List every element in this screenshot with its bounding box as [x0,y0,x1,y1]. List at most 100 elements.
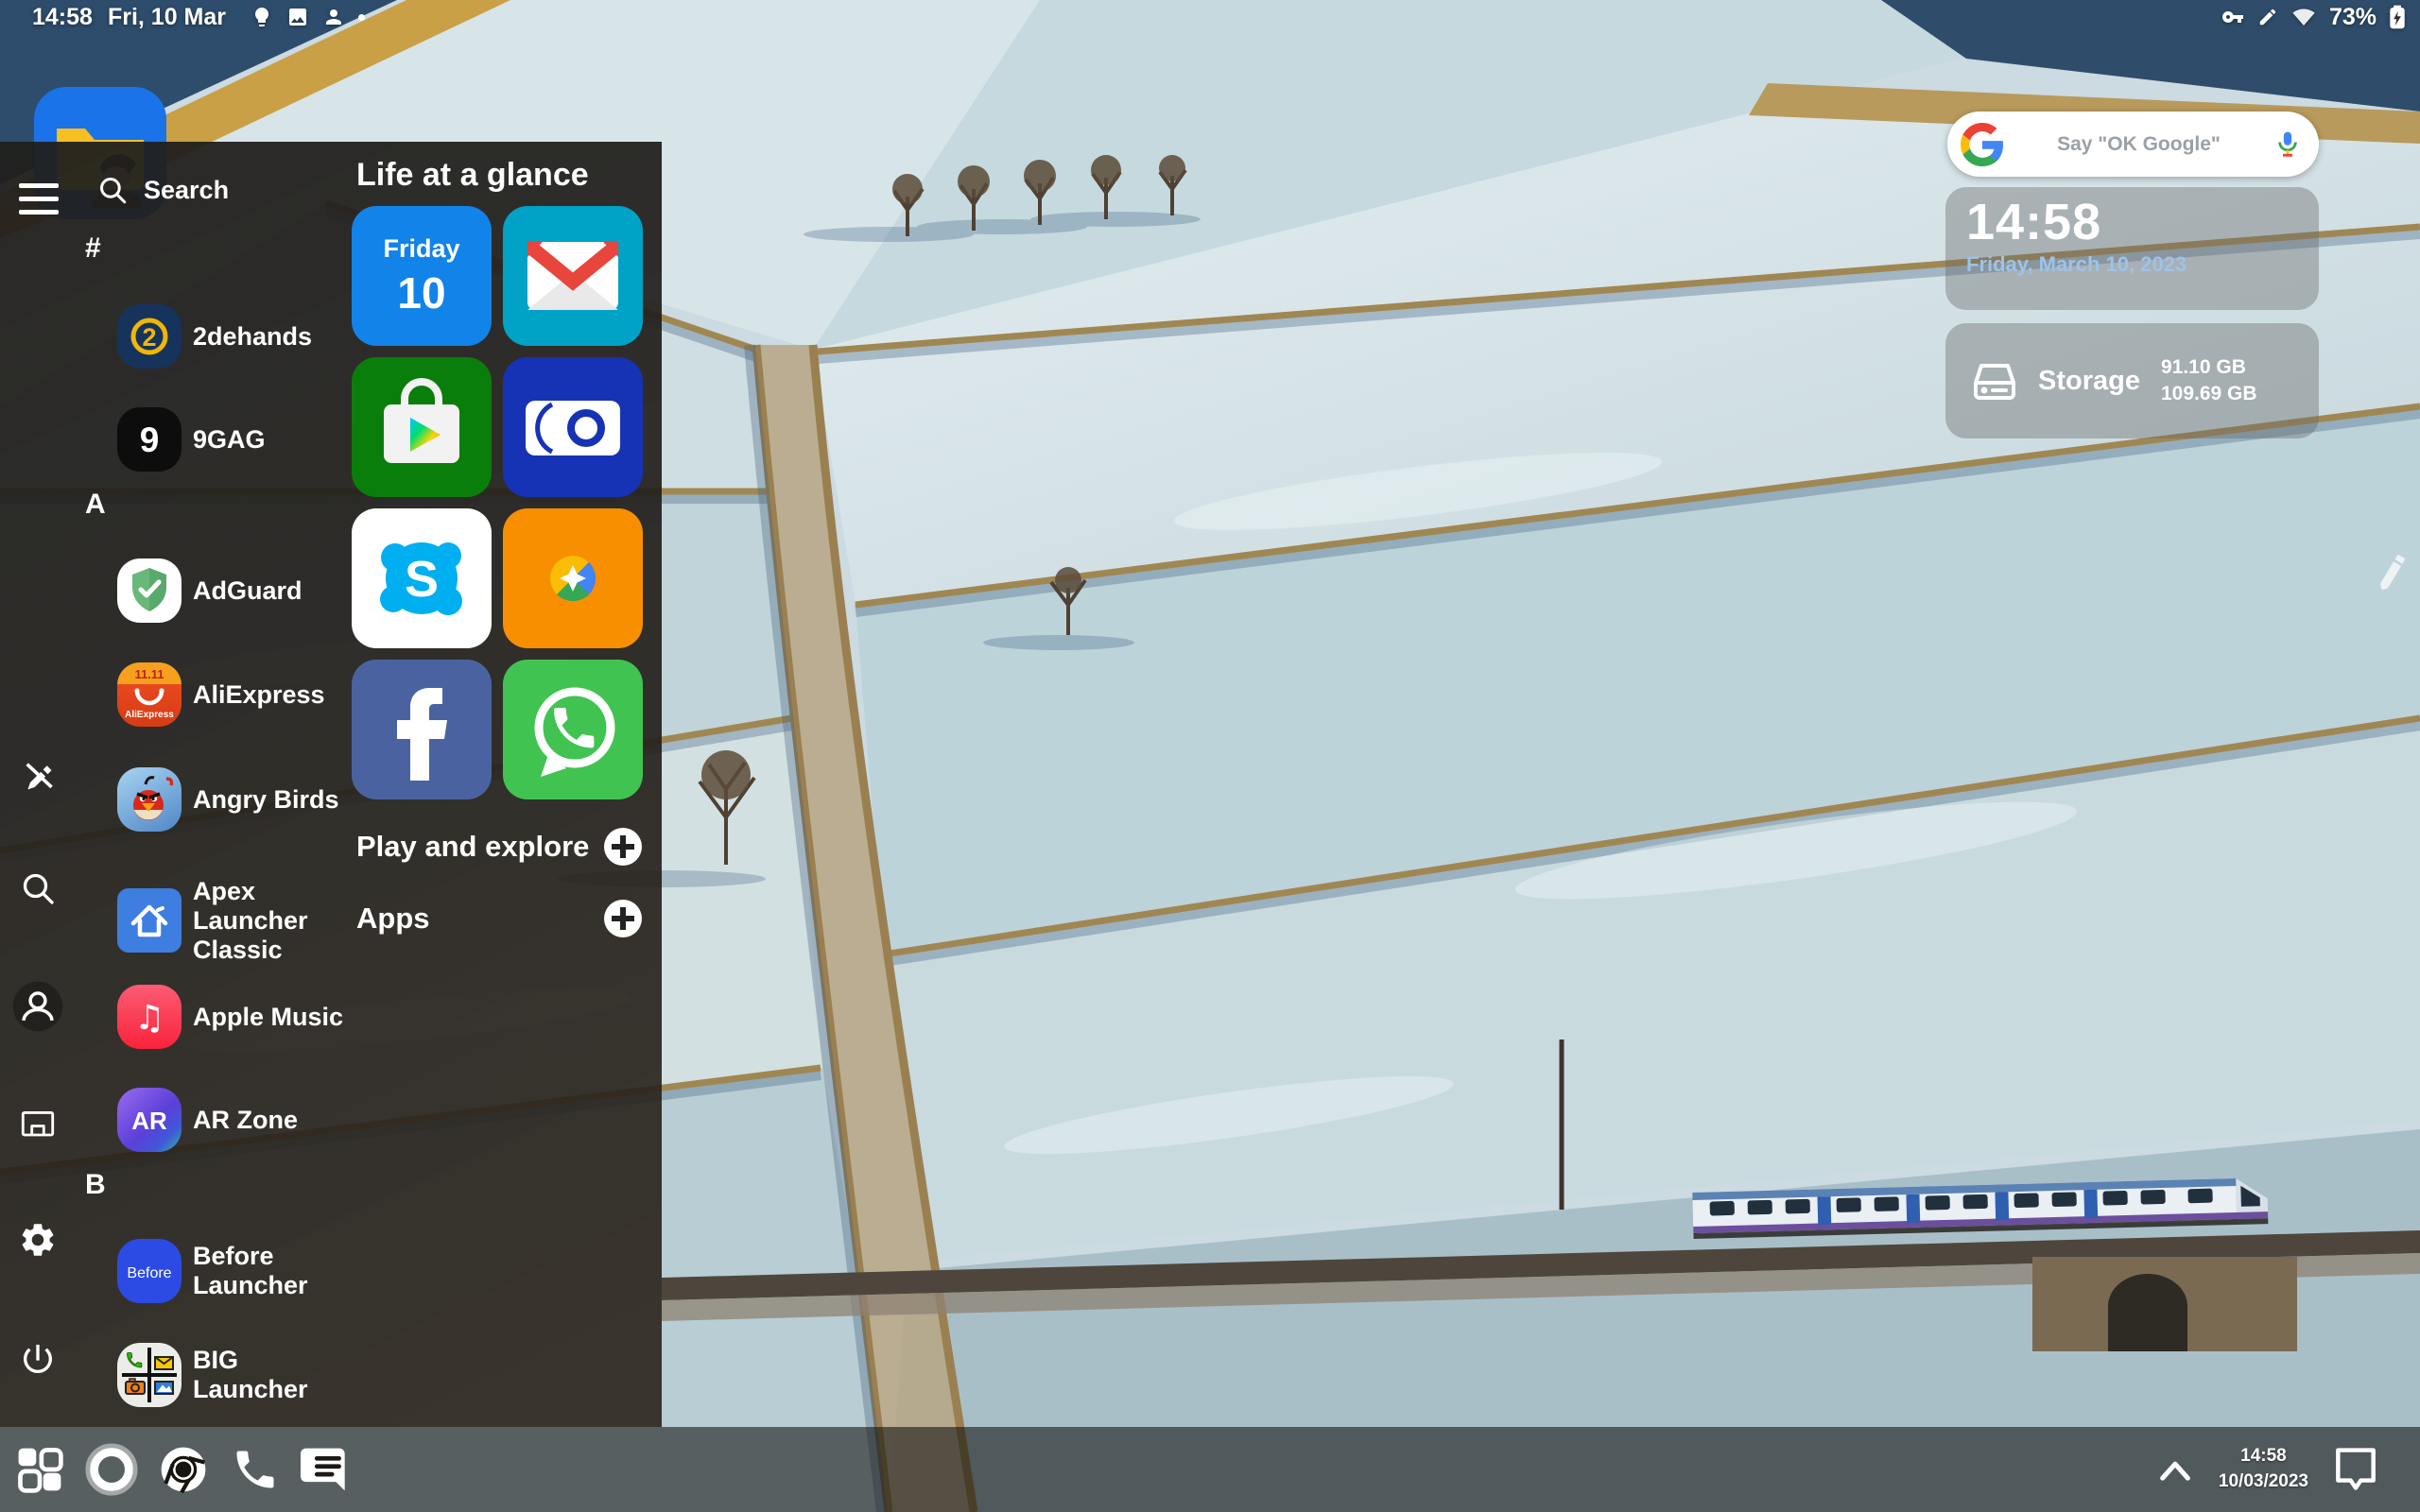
storage-used: 91.10 GB [2161,354,2257,381]
hide-apps-button[interactable] [11,745,64,805]
apple-music-app-icon: ♫ [117,985,182,1049]
taskbar-browser-button[interactable] [155,1440,212,1499]
android-desktop: 14:58 Fri, 10 Mar [0,0,2420,1512]
status-time: 14:58 [32,4,93,31]
stylus-pen-icon [2257,7,2278,27]
play-store-icon [352,357,492,497]
app-label: 9GAG [193,425,355,455]
tile-facebook[interactable] [352,660,492,799]
group-label: Play and explore [356,830,589,864]
app-label: Apple Music [193,1003,355,1032]
group-apps: Apps [356,898,643,939]
svg-text:S: S [405,551,439,608]
big-launcher-app-icon [117,1343,182,1407]
camera-icon [503,357,643,497]
taskbar-notifications-button[interactable] [2333,1445,2378,1494]
svg-text:2: 2 [142,323,156,352]
calendar-day: 10 [397,267,445,318]
ar-zone-app-icon: AR [117,1088,182,1152]
taskbar-apps-grid-button[interactable] [11,1440,68,1499]
section-letter-hash[interactable]: # [85,232,101,265]
tile-google-photos[interactable] [503,508,643,648]
clock-date: Friday, March 10, 2023 [1966,252,2298,277]
notification-dot [358,14,365,21]
app-row-9gag[interactable]: 9 9GAG [117,407,363,472]
settings-gear-button[interactable] [11,1210,64,1270]
menu-search[interactable]: Search [96,174,229,206]
status-date: Fri, 10 Mar [108,4,226,31]
facebook-icon [352,660,492,799]
app-row-angry-birds[interactable]: Angry Birds [117,767,363,832]
taskbar-home-ring-button[interactable] [83,1440,140,1499]
storage-total: 109.69 GB [2161,381,2257,407]
tile-play-store[interactable] [352,357,492,497]
battery-percent: 73% [2329,4,2377,31]
9gag-app-icon: 9 [117,407,182,472]
adguard-app-icon [117,558,182,623]
taskbar-phone-button[interactable] [227,1440,284,1499]
storage-widget[interactable]: Storage 91.10 GB 109.69 GB [1945,323,2319,438]
google-search-widget[interactable]: Say "OK Google" [1947,112,2319,177]
hamburger-menu-button[interactable] [19,183,59,223]
storage-label: Storage [2038,366,2140,397]
svg-text:AliExpress: AliExpress [125,710,174,720]
battery-charging-icon [2388,2,2407,32]
power-button[interactable] [11,1329,64,1389]
app-label: Apex Launcher Classic [193,877,355,964]
taskbar-time: 14:58 [2219,1444,2308,1469]
app-label: AliExpress [193,680,355,710]
start-menu: Search [0,142,662,1427]
calendar-weekday: Friday [383,234,459,264]
wifi-icon [2290,6,2318,28]
apex-launcher-app-icon [117,888,182,953]
google-logo-icon[interactable] [1961,123,2004,166]
whatsapp-icon [503,660,643,799]
add-tile-plus-button[interactable] [603,899,643,938]
svg-text:9: 9 [140,421,160,459]
clock-time: 14:58 [1966,193,2298,251]
taskbar-expand-chevron[interactable] [2156,1457,2194,1482]
app-label: Angry Birds [193,785,355,815]
section-letter-a[interactable]: A [85,489,106,521]
svg-text:11.11: 11.11 [134,667,164,681]
app-row-before-launcher[interactable]: Before Before Launcher [117,1239,363,1303]
tiles-header: Life at a glance [356,157,589,194]
tile-skype[interactable]: S [352,508,492,648]
group-label: Apps [356,902,430,936]
app-label: AdGuard [193,576,355,606]
clock-widget[interactable]: 14:58 Friday, March 10, 2023 [1945,187,2319,310]
tile-gmail[interactable] [503,206,643,346]
tile-camera[interactable] [503,357,643,497]
screenshot-notification-icon [286,6,309,28]
app-row-adguard[interactable]: AdGuard [117,558,363,623]
files-button[interactable] [11,1094,64,1155]
section-letter-b[interactable]: B [85,1169,106,1201]
vpn-key-icon [2220,6,2246,28]
skype-icon: S [352,508,492,648]
app-row-apple-music[interactable]: ♫ Apple Music [117,985,363,1049]
tile-whatsapp[interactable] [503,660,643,799]
app-row-apex-launcher[interactable]: Apex Launcher Classic [117,877,363,964]
taskbar-messages-button[interactable] [299,1440,355,1499]
taskbar-date: 10/03/2023 [2219,1469,2308,1495]
taskbar-clock[interactable]: 14:58 10/03/2023 [2219,1444,2308,1494]
app-row-aliexpress[interactable]: 11.11 AliExpress AliExpress [117,662,363,727]
before-launcher-app-icon: Before [117,1239,182,1303]
google-search-placeholder: Say "OK Google" [2004,133,2273,156]
app-label: 2dehands [193,322,355,352]
rail-search-button[interactable] [11,858,64,919]
angry-birds-app-icon [117,767,182,832]
search-icon [96,174,129,206]
account-button[interactable] [11,976,64,1037]
tile-calendar[interactable]: Friday 10 [352,206,492,346]
app-row-big-launcher[interactable]: BIG Launcher [117,1343,363,1407]
storage-drive-icon [1970,356,2019,405]
google-mic-icon[interactable] [2273,128,2302,162]
add-tile-plus-button[interactable] [603,827,643,867]
person-notification-icon [322,6,345,28]
app-row-ar-zone[interactable]: AR AR Zone [117,1088,363,1152]
svg-text:Before: Before [127,1265,171,1281]
app-label: AR Zone [193,1106,355,1135]
app-row-2dehands[interactable]: 2 2dehands [117,304,363,369]
app-label: Before Launcher [193,1242,355,1300]
